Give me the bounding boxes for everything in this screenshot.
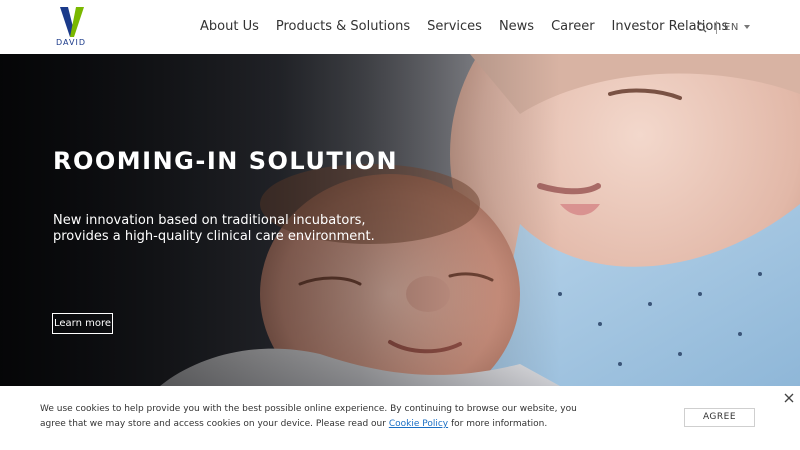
hero-subtitle: New innovation based on traditional incu… [53,213,375,245]
cookie-text-line-2: agree that we may store and access cooki… [40,417,560,432]
cookie-text-after-link: for more information. [448,419,548,429]
agree-button[interactable]: AGREE [684,408,755,427]
nav-news[interactable]: News [499,18,534,36]
cookie-text-line-1: We use cookies to help provide you with … [40,404,577,414]
cookie-message: We use cookies to help provide you with … [40,402,577,432]
logo-mark [60,7,84,37]
language-selector[interactable]: EN [724,22,739,33]
header-tools: EN [696,19,750,35]
chevron-down-icon[interactable] [743,25,750,29]
site-header: DAVID About Us Products & Solutions Serv… [0,0,800,54]
learn-more-button[interactable]: Learn more [52,313,113,334]
nav-about-us[interactable]: About Us [200,18,259,36]
search-icon[interactable] [696,21,708,33]
main-nav: About Us Products & Solutions Services N… [200,18,728,36]
header-divider [716,20,717,34]
hero-subtitle-line-2: provides a high-quality clinical care en… [53,229,375,244]
nav-career[interactable]: Career [551,18,594,36]
cookie-text-before-link: agree that we may store and access cooki… [40,419,389,429]
nav-products-solutions[interactable]: Products & Solutions [276,18,410,36]
company-logo[interactable]: DAVID [54,5,90,49]
hero-title: ROOMING-IN SOLUTION [53,147,399,175]
close-icon[interactable] [783,391,795,403]
hero-banner: ROOMING-IN SOLUTION New innovation based… [0,54,800,386]
hero-subtitle-line-1: New innovation based on traditional incu… [53,213,366,228]
cookie-policy-link[interactable]: Cookie Policy [389,419,448,429]
cookie-banner: We use cookies to help provide you with … [0,386,800,450]
nav-services[interactable]: Services [427,18,482,36]
logo-text: DAVID [56,38,86,47]
